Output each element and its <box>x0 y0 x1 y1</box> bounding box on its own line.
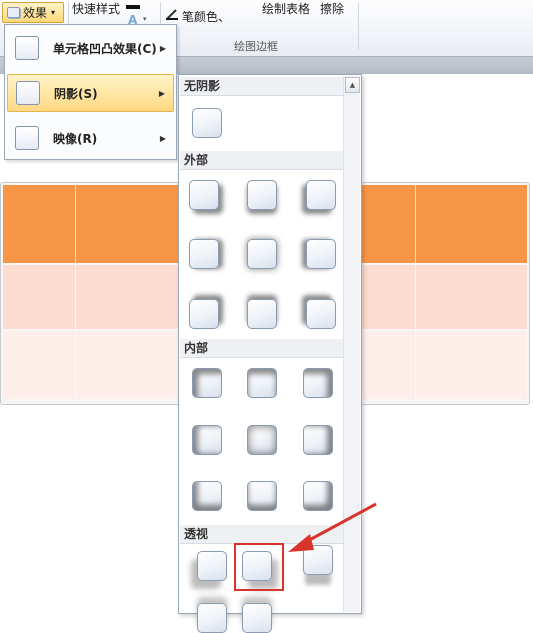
red-arrow-annotation <box>288 502 377 552</box>
table-column-divider <box>75 265 76 329</box>
chevron-down-icon: ▾ <box>51 8 56 17</box>
shadow-option-inner[interactable] <box>247 368 277 398</box>
eraser-button[interactable]: 擦除 <box>320 0 344 17</box>
bevel-icon <box>15 36 39 60</box>
chevron-right-icon: ▶ <box>158 88 165 98</box>
menu-item-label: 单元格凹凸效果(C) <box>53 41 157 56</box>
section-header-outer: 外部 <box>180 151 344 170</box>
menu-item-shadow[interactable]: 阴影(S) ▶ <box>7 74 174 112</box>
section-header-no-shadow: 无阴影 <box>180 77 344 96</box>
shadow-option-outer[interactable] <box>247 299 277 329</box>
table-column-divider <box>415 185 416 263</box>
scroll-up-arrow-icon[interactable]: ▲ <box>345 77 360 93</box>
shadow-option-outer[interactable] <box>247 239 277 269</box>
table-column-divider <box>75 331 76 399</box>
effects-button[interactable]: 效果 ▾ <box>2 2 64 23</box>
shadow-option-inner[interactable] <box>303 425 333 455</box>
effects-label: 效果 <box>23 6 48 20</box>
shadow-option-outer[interactable] <box>189 180 219 210</box>
shadow-option-outer[interactable] <box>247 180 277 210</box>
shadow-option-none[interactable] <box>192 108 222 138</box>
chevron-right-icon: ▶ <box>159 43 166 53</box>
shadow-option-inner[interactable] <box>192 425 222 455</box>
shadow-option-outer[interactable] <box>306 180 336 210</box>
table-column-divider <box>75 185 76 263</box>
shadow-option-perspective[interactable] <box>197 603 227 633</box>
effects-icon <box>7 7 20 18</box>
pen-icon <box>166 9 178 20</box>
shadow-option-outer[interactable] <box>189 299 219 329</box>
shadow-icon <box>16 81 40 105</box>
chevron-down-icon[interactable]: ▾ <box>143 15 147 23</box>
pen-color-button[interactable]: 笔颜色、 <box>182 8 230 25</box>
reflection-icon <box>15 126 39 150</box>
shadow-option-perspective[interactable] <box>242 603 272 633</box>
section-header-inner: 内部 <box>180 339 344 358</box>
ribbon-separator <box>358 2 359 50</box>
shadow-option-outer[interactable] <box>306 239 336 269</box>
shadow-option-outer[interactable] <box>306 299 336 329</box>
shadow-option-inner[interactable] <box>192 368 222 398</box>
menu-item-reflection[interactable]: 映像(R) ▶ <box>7 119 174 157</box>
underline-color-swatch <box>126 5 140 9</box>
menu-item-bevel[interactable]: 单元格凹凸效果(C) ▶ <box>7 29 174 67</box>
chevron-right-icon: ▶ <box>159 133 166 143</box>
draw-borders-group-label: 绘图边框 <box>234 40 278 53</box>
menu-item-label: 映像(R) <box>53 131 98 146</box>
effects-menu: 单元格凹凸效果(C) ▶ 阴影(S) ▶ 映像(R) ▶ <box>4 24 177 160</box>
shadow-option-inner[interactable] <box>247 481 277 511</box>
pen-color-label: 笔颜色 <box>182 10 219 24</box>
quick-styles-button[interactable]: 快速样式 <box>72 0 120 17</box>
shadow-option-perspective[interactable] <box>197 551 227 581</box>
shadow-option-inner[interactable] <box>303 368 333 398</box>
draw-table-button[interactable]: 绘制表格 <box>262 0 310 17</box>
shadow-option-outer[interactable] <box>189 239 219 269</box>
pen-color-caret: 、 <box>218 10 231 24</box>
shadow-option-inner[interactable] <box>192 481 222 511</box>
table-column-divider <box>415 265 416 329</box>
highlight-box-annotation <box>234 543 284 591</box>
table-column-divider <box>415 331 416 399</box>
menu-item-label: 阴影(S) <box>54 86 98 101</box>
shadow-option-inner[interactable] <box>247 425 277 455</box>
